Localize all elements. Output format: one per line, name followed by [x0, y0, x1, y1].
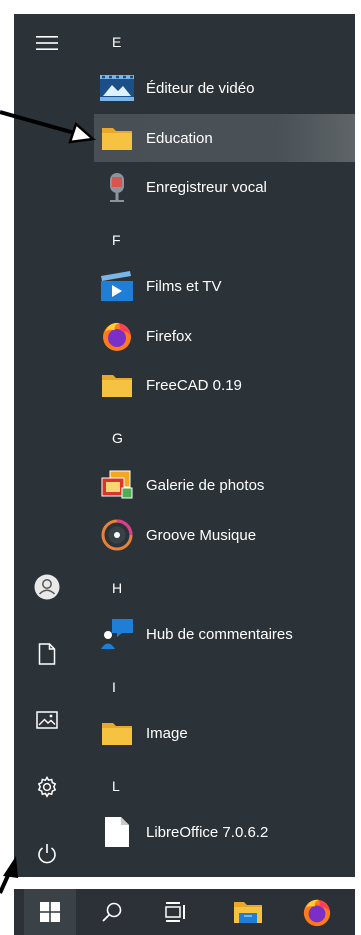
app-item-libreoffice[interactable]: LibreOffice 7.0.6.2: [94, 808, 355, 856]
firefox-icon: [303, 899, 331, 927]
expand-menu-button[interactable]: [27, 23, 67, 63]
group-letter-h[interactable]: H: [112, 578, 122, 598]
feedback-hub-icon: [101, 619, 133, 649]
app-label-photo-gallery: Galerie de photos: [146, 476, 265, 494]
taskbar-search-button[interactable]: [86, 889, 138, 935]
groove-music-icon: [101, 519, 133, 551]
libreoffice-icon: [105, 817, 129, 847]
app-item-groove[interactable]: Groove Musique: [94, 511, 355, 559]
settings-gear-icon: [37, 776, 57, 798]
microphone-icon: [110, 173, 124, 202]
app-item-voice-recorder[interactable]: Enregistreur vocal: [94, 163, 355, 211]
start-left-rail: [14, 14, 80, 877]
app-label-libreoffice: LibreOffice 7.0.6.2: [146, 823, 269, 841]
folder-icon: [102, 375, 132, 397]
group-letter-m[interactable]: M: [112, 875, 124, 877]
app-label-voice-recorder: Enregistreur vocal: [146, 178, 267, 196]
document-icon: [38, 643, 56, 665]
task-view-icon: [165, 902, 185, 922]
file-explorer-icon: [234, 902, 262, 923]
power-button[interactable]: [27, 834, 67, 874]
films-tv-icon: [101, 271, 133, 301]
pictures-button[interactable]: [27, 700, 67, 740]
video-editor-icon: [100, 75, 134, 101]
settings-button[interactable]: [27, 767, 67, 807]
app-label-image: Image: [146, 724, 188, 742]
app-label-video-editor: Éditeur de vidéo: [146, 79, 255, 97]
start-menu: E Éditeur de vidéo Education Enregistreu…: [14, 14, 355, 877]
start-button[interactable]: [24, 889, 76, 935]
app-item-image[interactable]: Image: [94, 709, 355, 757]
app-item-films-tv[interactable]: Films et TV: [94, 262, 355, 310]
app-label-groove: Groove Musique: [146, 526, 257, 544]
app-label-education: Education: [146, 129, 213, 147]
group-letter-l[interactable]: L: [112, 776, 120, 796]
task-view-button[interactable]: [150, 889, 202, 935]
group-letter-i[interactable]: I: [112, 677, 116, 697]
hamburger-menu-icon: [36, 36, 58, 50]
power-icon: [38, 844, 56, 864]
app-item-education[interactable]: Education: [94, 114, 355, 162]
taskbar: [14, 889, 355, 935]
folder-icon: [102, 128, 132, 150]
group-letter-f[interactable]: F: [112, 230, 121, 250]
app-label-firefox: Firefox: [146, 327, 192, 345]
app-label-freecad: FreeCAD 0.19: [146, 376, 242, 394]
group-letter-e[interactable]: E: [112, 32, 121, 52]
app-item-video-editor[interactable]: Éditeur de vidéo: [94, 64, 355, 112]
photo-gallery-icon: [101, 470, 133, 499]
app-item-photo-gallery[interactable]: Galerie de photos: [94, 461, 355, 509]
user-account-button[interactable]: [27, 567, 67, 607]
app-item-firefox[interactable]: Firefox: [94, 312, 355, 360]
app-item-freecad[interactable]: FreeCAD 0.19: [94, 361, 355, 409]
app-label-films-tv: Films et TV: [146, 277, 222, 295]
search-icon: [102, 902, 122, 922]
group-letter-g[interactable]: G: [112, 428, 123, 448]
windows-start-icon: [40, 902, 60, 922]
documents-button[interactable]: [27, 634, 67, 674]
pictures-icon: [36, 711, 58, 729]
app-label-feedback-hub: Hub de commentaires: [146, 625, 293, 643]
user-avatar-icon: [34, 574, 60, 600]
app-item-feedback-hub[interactable]: Hub de commentaires: [94, 610, 355, 658]
app-list: E Éditeur de vidéo Education Enregistreu…: [94, 14, 355, 877]
taskbar-firefox[interactable]: [291, 889, 343, 935]
folder-icon: [102, 723, 132, 745]
taskbar-file-explorer[interactable]: [222, 889, 274, 935]
firefox-icon: [103, 322, 131, 351]
